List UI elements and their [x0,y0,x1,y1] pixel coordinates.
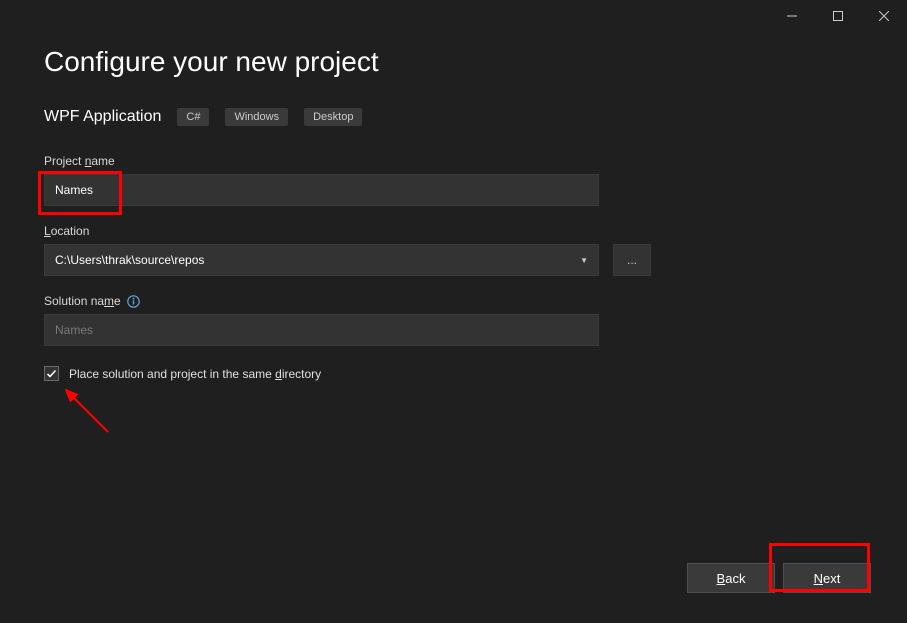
page-title: Configure your new project [44,46,863,78]
tag-windows: Windows [225,108,288,126]
titlebar [0,0,907,32]
tag-desktop: Desktop [304,108,362,126]
solution-name-label: Solution name [44,294,863,308]
annotation-arrow-icon [58,382,118,442]
location-label: Location [44,224,863,238]
same-directory-checkbox[interactable] [44,366,59,381]
project-name-input[interactable] [44,174,599,206]
solution-name-input [44,314,599,346]
back-button[interactable]: Back [687,563,775,593]
close-button[interactable] [861,0,907,32]
location-value: C:\Users\thrak\source\repos [55,253,204,267]
maximize-button[interactable] [815,0,861,32]
project-name-label: Project name [44,154,863,168]
minimize-button[interactable] [769,0,815,32]
same-directory-label: Place solution and project in the same d… [69,367,321,381]
location-select[interactable]: C:\Users\thrak\source\repos ▼ [44,244,599,276]
template-name: WPF Application [44,108,161,126]
info-icon[interactable] [127,295,140,308]
next-button[interactable]: Next [783,563,871,593]
chevron-down-icon: ▼ [580,256,588,265]
tag-csharp: C# [177,108,209,126]
template-row: WPF Application C# Windows Desktop [44,108,863,126]
browse-button[interactable]: ... [613,244,651,276]
